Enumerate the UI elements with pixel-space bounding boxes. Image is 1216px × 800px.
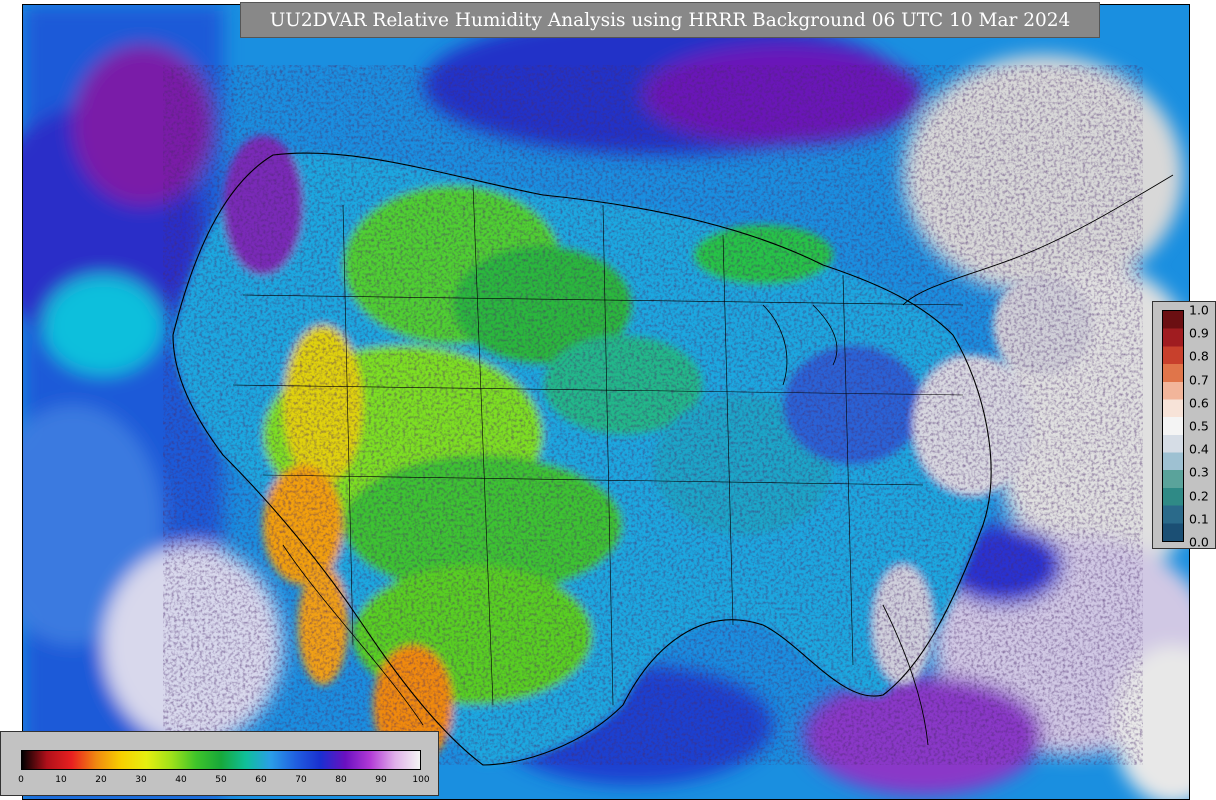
rh-tick-label: 80 <box>335 775 347 785</box>
station-tick-label: 0.2 <box>1189 488 1209 504</box>
station-tick-label: 0.3 <box>1189 464 1209 480</box>
station-tick-label: 0.9 <box>1189 325 1209 341</box>
map-title: UU2DVAR Relative Humidity Analysis using… <box>240 2 1100 38</box>
station-tick-label: 0.6 <box>1189 395 1209 411</box>
rh-colorbar-panel: 0 10 20 30 40 50 60 70 80 90 100 <box>0 731 439 796</box>
rh-tick-label: 30 <box>135 775 147 785</box>
station-tick-label: 0.0 <box>1189 534 1209 550</box>
rh-tick-label: 60 <box>255 775 267 785</box>
rh-tick-label: 0 <box>18 775 24 785</box>
rh-tick-label: 10 <box>55 775 67 785</box>
station-colorbar-panel: 1.0 0.9 0.8 0.7 0.6 0.5 0.4 0.3 0.2 0.1 0.0 <box>1152 301 1216 550</box>
station-tick-label: 0.5 <box>1189 418 1209 434</box>
station-colorbar <box>1162 310 1184 542</box>
rh-tick-label: 100 <box>412 775 430 785</box>
rh-analysis-map <box>23 5 1189 799</box>
station-tick-label: 0.8 <box>1189 348 1209 364</box>
rh-colorbar <box>21 750 421 770</box>
rh-tick-label: 70 <box>295 775 307 785</box>
station-tick-label: 1.0 <box>1189 302 1209 318</box>
station-tick-label: 0.4 <box>1189 441 1209 457</box>
station-tick-label: 0.7 <box>1189 372 1209 388</box>
station-tick-label: 0.1 <box>1189 511 1209 527</box>
rh-tick-label: 90 <box>375 775 387 785</box>
rh-tick-label: 40 <box>175 775 187 785</box>
rh-tick-label: 20 <box>95 775 107 785</box>
map-panel <box>22 4 1190 800</box>
rh-tick-label: 50 <box>215 775 227 785</box>
